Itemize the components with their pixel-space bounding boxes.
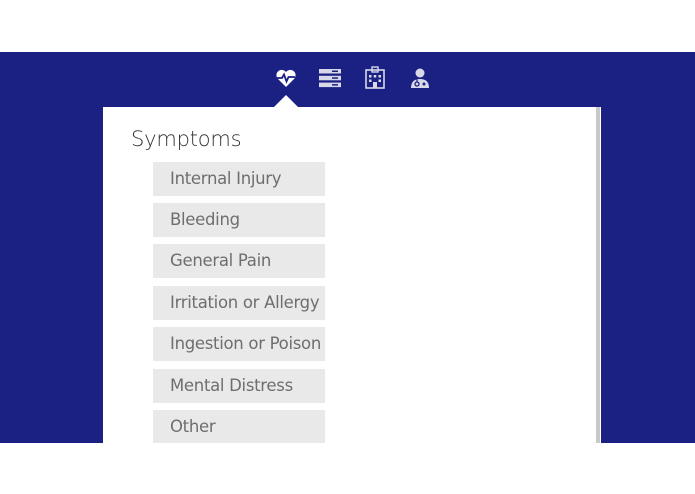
- panel-title: Symptoms: [131, 127, 242, 151]
- top-nav: [0, 52, 695, 108]
- app-frame: Symptoms Internal Injury Bleeding Genera…: [0, 52, 695, 443]
- symptom-option[interactable]: Mental Distress: [153, 369, 325, 403]
- symptom-option[interactable]: General Pain: [153, 244, 325, 278]
- symptom-option[interactable]: Ingestion or Poison: [153, 327, 325, 361]
- list-icon[interactable]: [318, 66, 342, 90]
- symptom-option[interactable]: Other: [153, 410, 325, 443]
- hospital-icon[interactable]: [363, 66, 387, 90]
- symptom-option[interactable]: Bleeding: [153, 203, 325, 237]
- symptom-option[interactable]: Internal Injury: [153, 162, 325, 196]
- scrollbar[interactable]: [596, 107, 600, 443]
- doctor-icon[interactable]: [408, 66, 432, 90]
- active-tab-pointer: [274, 95, 298, 107]
- symptom-option[interactable]: Irritation or Allergy: [153, 286, 325, 320]
- heart-pulse-icon[interactable]: [274, 66, 298, 90]
- symptoms-panel: Symptoms Internal Injury Bleeding Genera…: [103, 107, 601, 443]
